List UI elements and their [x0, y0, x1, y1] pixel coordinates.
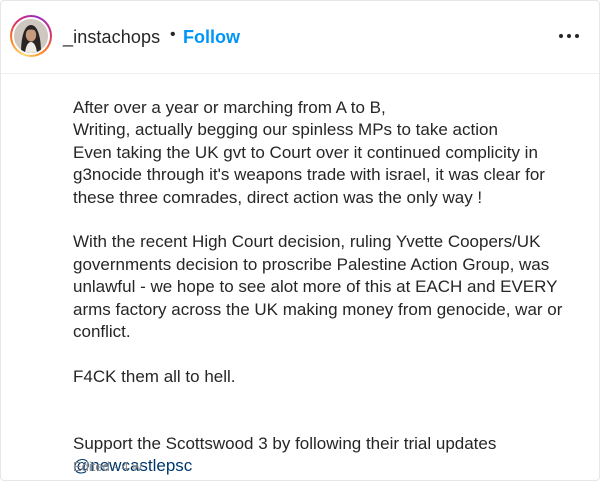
more-options-icon[interactable] [554, 23, 584, 47]
follow-button[interactable]: Follow [183, 27, 240, 48]
caption-paragraph: F4CK them all to hell. [73, 366, 236, 386]
mention-link[interactable]: @newcastlepsc [73, 455, 573, 477]
story-ring[interactable] [10, 15, 52, 57]
post-card: _instachops • Follow After over a year o… [0, 0, 600, 481]
caption-paragraph: After over a year or marching from A to … [73, 98, 545, 207]
separator-dot: • [170, 26, 176, 43]
username-link[interactable]: _instachops [63, 27, 160, 48]
post-timestamp: Edited · 4 w [73, 459, 142, 474]
avatar[interactable] [14, 19, 48, 53]
avatar-image [14, 19, 48, 53]
caption-paragraph: With the recent High Court decision, rul… [73, 232, 563, 342]
caption-paragraph: Support the Scottswood 3 by following th… [73, 411, 573, 481]
caption-support-text: Support the Scottswood 3 by following th… [73, 434, 497, 454]
post-caption: After over a year or marching from A to … [73, 97, 573, 481]
post-header: _instachops • Follow [1, 1, 599, 74]
